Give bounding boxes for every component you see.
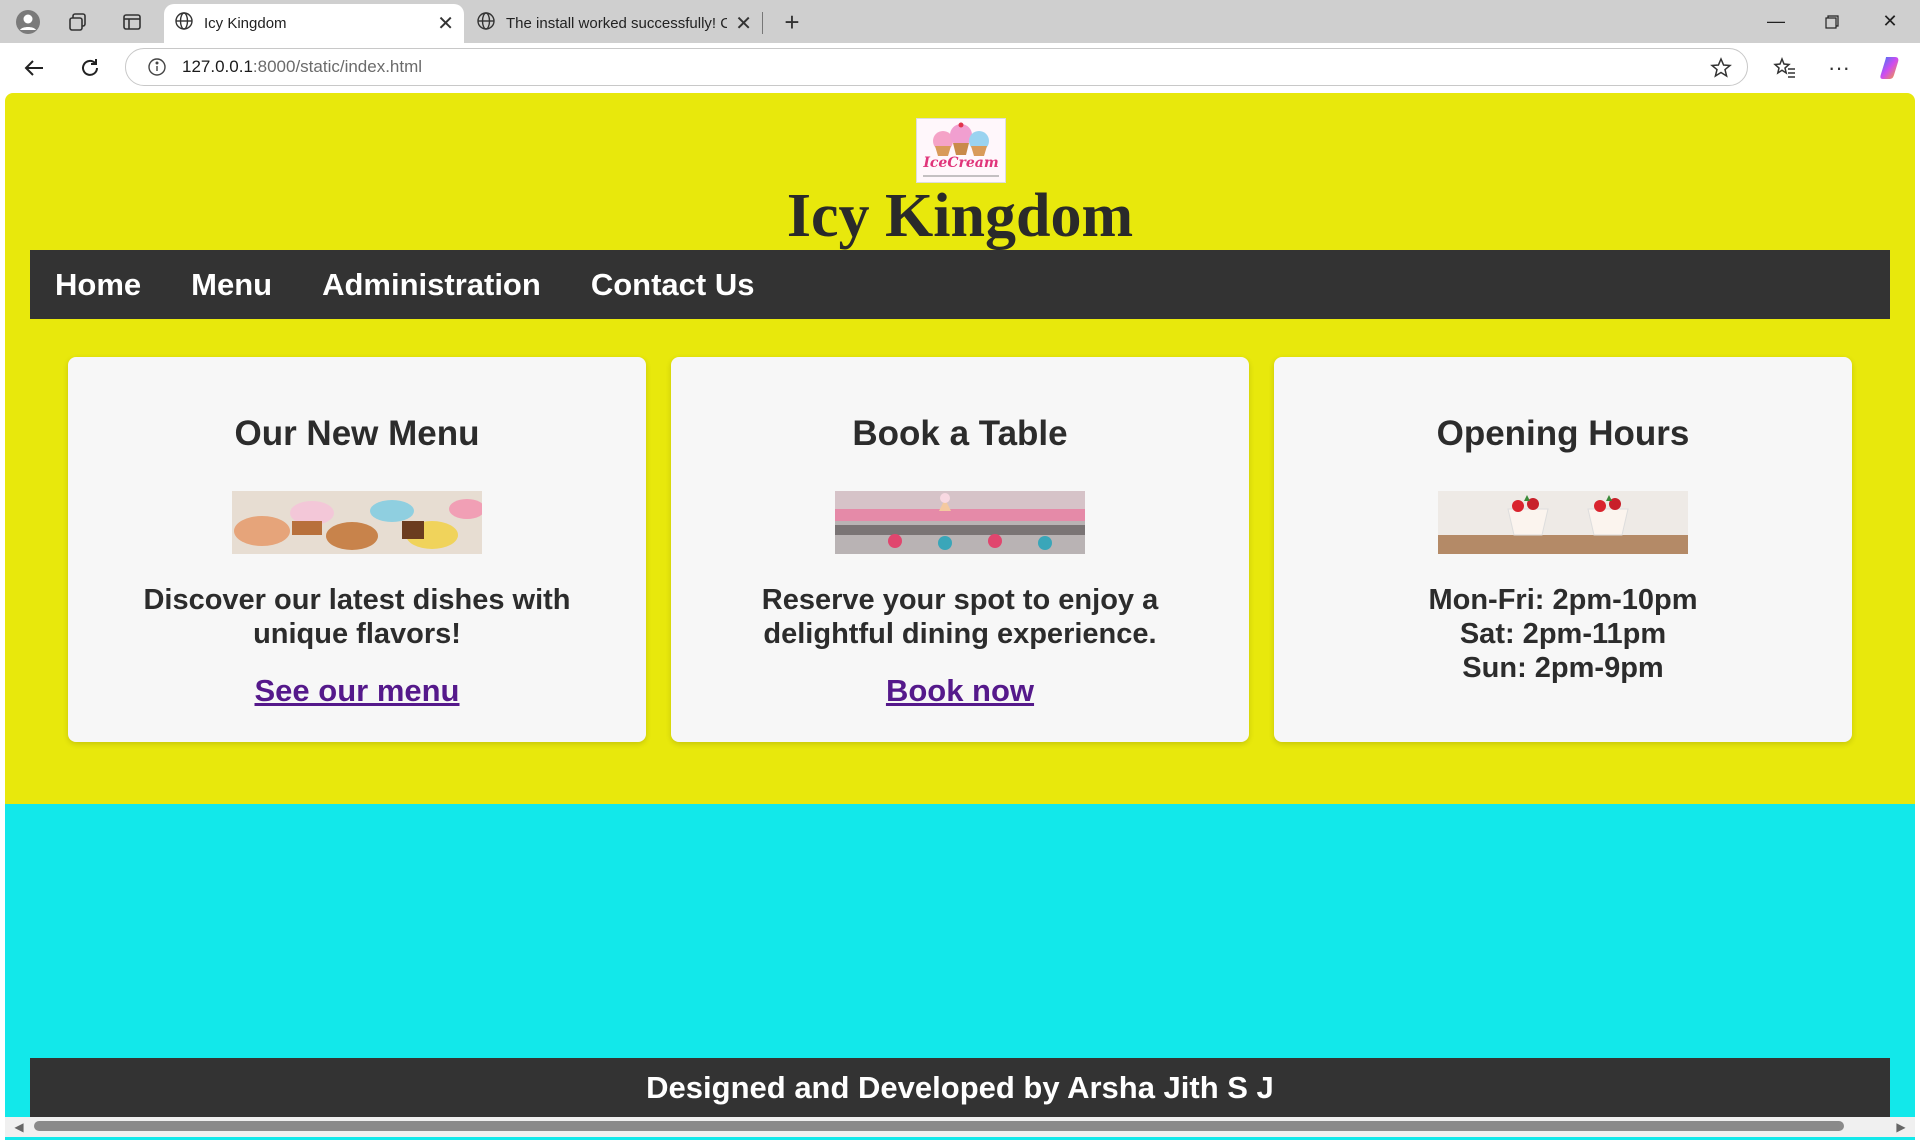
tab-actions-icon[interactable] [116, 6, 148, 38]
restore-icon[interactable] [1804, 0, 1860, 43]
see-menu-link[interactable]: See our menu [68, 673, 646, 709]
hours-sunday: Sun: 2pm-9pm [1462, 652, 1664, 684]
copilot-icon[interactable] [1876, 52, 1908, 84]
favorites-icon[interactable] [1769, 52, 1801, 84]
book-now-link[interactable]: Book now [671, 673, 1249, 709]
back-arrow-icon[interactable] [18, 52, 50, 84]
hours-saturday: Sat: 2pm-11pm [1459, 618, 1667, 650]
page-viewport: IceCream Icy Kingdom Home Menu Administr… [5, 93, 1915, 1140]
tab-title: The install worked successfully! Co [506, 15, 728, 32]
address-bar[interactable]: 127.0.0.1:8000/static/index.html [125, 48, 1748, 86]
tab-title: Icy Kingdom [204, 15, 287, 32]
hours-weekdays: Mon-Fri: 2pm-10pm [1428, 584, 1698, 616]
logo-text: IceCream [922, 155, 998, 171]
site-title: Icy Kingdom [786, 182, 1134, 250]
ice-cream-logo[interactable]: IceCream [916, 118, 1006, 183]
main-navbar: Home Menu Administration Contact Us [30, 250, 1890, 319]
tab-icy-kingdom[interactable]: Icy Kingdom ✕ [164, 4, 464, 43]
hero-section: IceCream Icy Kingdom Home Menu Administr… [5, 93, 1915, 804]
favorite-star-icon[interactable] [1709, 56, 1733, 80]
card-opening-hours: Opening Hours Mon-Fri: 2pm-10pm Sat: 2pm… [1274, 357, 1852, 742]
opening-hours-list: Mon-Fri: 2pm-10pm Sat: 2pm-11pm Sun: 2pm… [1314, 583, 1812, 685]
close-tab-icon[interactable]: ✕ [735, 11, 752, 36]
nav-administration[interactable]: Administration [322, 267, 541, 303]
card-heading: Book a Table [852, 414, 1068, 453]
tab-separator [762, 12, 763, 34]
new-tab-icon[interactable]: + [776, 6, 808, 38]
close-tab-icon[interactable]: ✕ [437, 11, 454, 36]
nav-contact-us[interactable]: Contact Us [591, 267, 755, 303]
url-text: 127.0.0.1:8000/static/index.html [182, 57, 422, 77]
minimize-icon[interactable]: — [1748, 0, 1804, 43]
menu-dishes-image [232, 491, 482, 554]
tab-install-worked[interactable]: The install worked successfully! Co ✕ [466, 4, 762, 43]
globe-icon [476, 11, 496, 36]
reload-icon[interactable] [74, 52, 106, 84]
profile-icon[interactable] [12, 6, 44, 38]
card-description: Discover our latest dishes with unique f… [143, 584, 571, 650]
close-window-icon[interactable]: ✕ [1862, 0, 1918, 43]
scroll-right-arrow-icon[interactable]: ▶ [1893, 1119, 1909, 1135]
dessert-cups-image [1438, 491, 1688, 554]
nav-home[interactable]: Home [55, 267, 141, 303]
browser-toolbar: 127.0.0.1:8000/static/index.html ··· [0, 43, 1920, 93]
browser-tab-bar: Icy Kingdom ✕ The install worked success… [0, 0, 1920, 43]
scroll-left-arrow-icon[interactable]: ◀ [11, 1119, 27, 1135]
horizontal-scrollbar[interactable]: ◀ ▶ [5, 1117, 1915, 1137]
page-footer: Designed and Developed by Arsha Jith S J [30, 1058, 1890, 1118]
card-description: Reserve your spot to enjoy a delightful … [761, 584, 1159, 650]
workspaces-icon[interactable] [62, 6, 94, 38]
globe-icon [174, 11, 194, 36]
more-options-icon[interactable]: ··· [1823, 52, 1855, 84]
scrollbar-thumb[interactable] [34, 1121, 1844, 1131]
card-book-table: Book a Table Reserve your spot to enjoy … [671, 357, 1249, 742]
url-host: 127.0.0.1 [182, 57, 253, 76]
site-info-icon[interactable] [146, 56, 168, 78]
card-heading: Our New Menu [234, 414, 480, 453]
nav-menu[interactable]: Menu [191, 267, 272, 303]
restaurant-interior-image [835, 491, 1085, 554]
card-new-menu: Our New Menu Discover our latest dishes … [68, 357, 646, 742]
card-heading: Opening Hours [1436, 414, 1690, 453]
url-path: :8000/static/index.html [252, 57, 423, 76]
